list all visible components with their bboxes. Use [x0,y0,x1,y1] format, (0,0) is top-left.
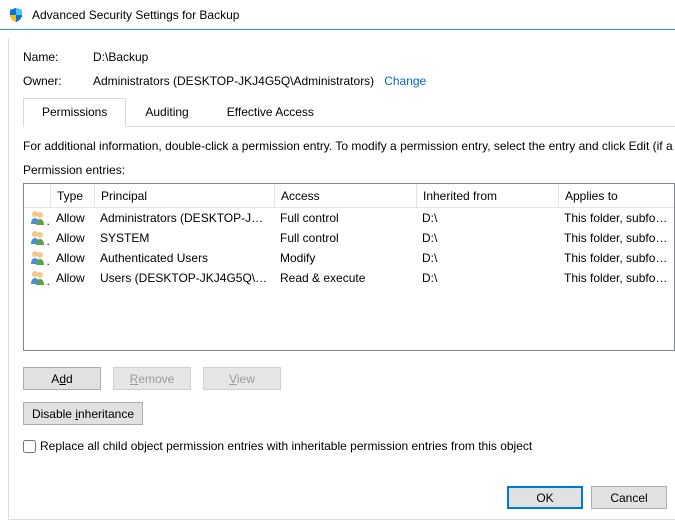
cell-access: Modify [274,251,416,265]
users-group-icon [24,209,50,228]
disable-inheritance-button[interactable]: Disable inheritance [23,402,143,425]
disable-inheritance-row: Disable inheritance [23,402,675,425]
tab-effective-access[interactable]: Effective Access [208,98,333,126]
info-text: For additional information, double-click… [23,139,675,153]
remove-button: Remove [113,367,191,390]
add-button[interactable]: Add [23,367,101,390]
entries-label: Permission entries: [23,163,675,177]
owner-label: Owner: [23,74,93,88]
cell-inherited: D:\ [416,251,558,265]
cell-inherited: D:\ [416,211,558,225]
cell-type: Allow [50,271,94,285]
cell-inherited: D:\ [416,271,558,285]
users-group-icon [24,249,50,268]
replace-children-label: Replace all child object permission entr… [40,439,532,453]
table-row[interactable]: AllowAuthenticated UsersModifyD:\This fo… [24,248,674,268]
title-bar: Advanced Security Settings for Backup [0,0,675,30]
table-row[interactable]: AllowUsers (DESKTOP-JKJ4G5Q\Use...Read &… [24,268,674,288]
owner-row: Owner: Administrators (DESKTOP-JKJ4G5Q\A… [23,74,675,88]
name-row: Name: D:\Backup [23,50,675,64]
name-value: D:\Backup [93,50,148,64]
cell-principal: Administrators (DESKTOP-JKJ... [94,211,274,225]
tab-auditing[interactable]: Auditing [126,98,207,126]
tab-permissions[interactable]: Permissions [23,98,126,127]
cell-applies: This folder, subfolder [558,211,674,225]
table-row[interactable]: AllowSYSTEMFull controlD:\This folder, s… [24,228,674,248]
col-principal-header[interactable]: Principal [94,184,274,207]
col-inherited-header[interactable]: Inherited from [416,184,558,207]
cell-applies: This folder, subfolder [558,251,674,265]
replace-children-checkbox[interactable] [23,440,36,453]
dialog-footer: OK Cancel [507,486,675,509]
cell-access: Read & execute [274,271,416,285]
name-label: Name: [23,50,93,64]
window-title: Advanced Security Settings for Backup [32,8,239,22]
shield-icon [8,7,24,23]
owner-value: Administrators (DESKTOP-JKJ4G5Q\Administ… [93,74,374,88]
table-row[interactable]: AllowAdministrators (DESKTOP-JKJ...Full … [24,208,674,228]
cell-access: Full control [274,211,416,225]
grid-header: Type Principal Access Inherited from App… [24,184,674,208]
cell-type: Allow [50,211,94,225]
cancel-button[interactable]: Cancel [591,486,667,509]
col-access-header[interactable]: Access [274,184,416,207]
cell-principal: Users (DESKTOP-JKJ4G5Q\Use... [94,271,274,285]
ok-button[interactable]: OK [507,486,583,509]
cell-type: Allow [50,231,94,245]
client-area: Name: D:\Backup Owner: Administrators (D… [8,38,675,520]
cell-applies: This folder, subfolder [558,231,674,245]
replace-checkbox-row: Replace all child object permission entr… [23,439,675,453]
cell-access: Full control [274,231,416,245]
col-type-header[interactable]: Type [50,184,94,207]
entry-buttons: Add Remove View [23,367,675,390]
change-owner-link[interactable]: Change [384,74,426,88]
cell-type: Allow [50,251,94,265]
users-group-icon [24,229,50,248]
cell-inherited: D:\ [416,231,558,245]
cell-principal: SYSTEM [94,231,274,245]
users-group-icon [24,269,50,288]
cell-principal: Authenticated Users [94,251,274,265]
cell-applies: This folder, subfolder [558,271,674,285]
view-button: View [203,367,281,390]
tab-strip: Permissions Auditing Effective Access [23,98,675,127]
permission-grid[interactable]: Type Principal Access Inherited from App… [23,183,675,351]
grid-body: AllowAdministrators (DESKTOP-JKJ...Full … [24,208,674,288]
col-applies-header[interactable]: Applies to [558,184,674,207]
